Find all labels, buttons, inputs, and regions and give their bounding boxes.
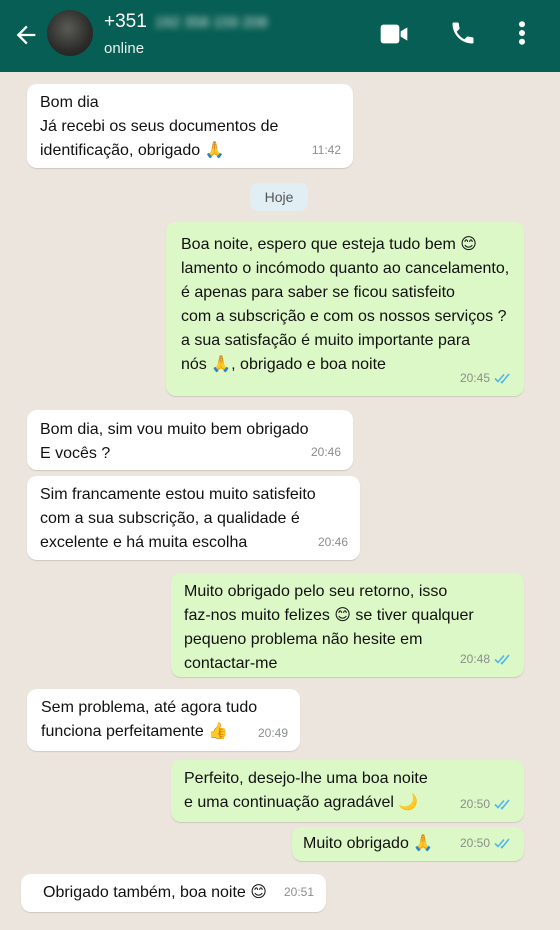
message-bubble-outgoing[interactable]: Boa noite, espero que esteja tudo bem 😊 … <box>166 222 524 396</box>
contact-name[interactable]: +351 192 358 159 208 <box>104 11 267 33</box>
message-time: 20:49 <box>257 726 288 740</box>
message-time: 11:42 <box>311 143 341 157</box>
read-ticks-icon <box>494 373 510 384</box>
message-meta: 11:42 <box>312 138 341 162</box>
message-text: Sim francamente estou muito satisfeito c… <box>40 486 316 551</box>
message-time: 20:51 <box>283 885 314 899</box>
message-time: 20:48 <box>459 652 490 666</box>
message-time: 20:50 <box>459 836 490 850</box>
message-meta: 20:49 <box>258 721 288 745</box>
message-time: 20:50 <box>459 797 490 811</box>
read-ticks-icon <box>494 654 510 665</box>
message-bubble-outgoing[interactable]: Perfeito, desejo-lhe uma boa noite e uma… <box>171 760 524 822</box>
message-bubble-incoming[interactable]: Bom dia Já recebi os seus documentos de … <box>27 84 353 168</box>
message-text: Sem problema, até agora tudo funciona pe… <box>41 699 258 740</box>
message-meta: 20:46 <box>311 440 341 464</box>
read-ticks-icon <box>494 838 510 849</box>
contact-country-code: +351 <box>104 11 147 32</box>
message-bubble-outgoing[interactable]: Muito obrigado 🙏 20:50 <box>292 827 524 861</box>
message-bubble-incoming[interactable]: Obrigado também, boa noite 😊 20:51 <box>21 874 326 912</box>
message-meta: 20:45 <box>460 366 512 390</box>
message-bubble-outgoing[interactable]: Muito obrigado pelo seu retorno, isso fa… <box>171 573 524 677</box>
message-time: 20:46 <box>310 445 341 459</box>
message-bubble-incoming[interactable]: Sim francamente estou muito satisfeito c… <box>27 476 360 560</box>
message-bubble-incoming[interactable]: Bom dia, sim vou muito bem obrigado E vo… <box>27 410 353 470</box>
message-meta: 20:51 <box>284 880 314 904</box>
phone-call-icon[interactable] <box>449 18 477 48</box>
message-text: Bom dia Já recebi os seus documentos de … <box>40 94 279 159</box>
message-bubble-incoming[interactable]: Sem problema, até agora tudo funciona pe… <box>27 689 300 751</box>
message-text: Boa noite, espero que esteja tudo bem 😊 … <box>181 236 510 373</box>
message-time: 20:45 <box>459 371 490 385</box>
back-arrow-icon[interactable] <box>12 21 40 49</box>
message-meta: 20:50 <box>460 831 512 855</box>
message-text: Obrigado também, boa noite 😊 <box>43 884 267 901</box>
message-meta: 20:46 <box>318 530 348 554</box>
message-time: 20:46 <box>317 535 348 549</box>
video-call-icon[interactable] <box>378 18 410 50</box>
contact-number-blurred: 192 358 159 208 <box>154 14 268 31</box>
chat-header: +351 192 358 159 208 online <box>0 0 560 72</box>
more-options-icon[interactable] <box>514 18 530 48</box>
day-divider: Hoje <box>250 183 308 211</box>
message-text: Bom dia, sim vou muito bem obrigado E vo… <box>40 421 309 462</box>
message-meta: 20:48 <box>460 647 512 671</box>
avatar[interactable] <box>47 10 93 56</box>
contact-status: online <box>104 40 145 57</box>
message-meta: 20:50 <box>460 792 512 816</box>
read-ticks-icon <box>494 799 510 810</box>
